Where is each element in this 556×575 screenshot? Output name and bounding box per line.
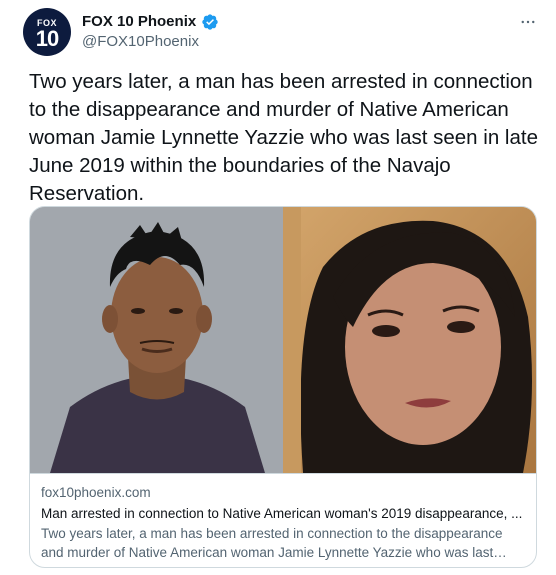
suspect-photo-illustration xyxy=(30,207,283,473)
tweet: FOX 10 FOX 10 Phoenix @FOX10Phoenix Two … xyxy=(0,0,556,575)
author-handle[interactable]: @FOX10Phoenix xyxy=(82,33,199,51)
verified-badge-icon xyxy=(201,13,219,31)
card-media xyxy=(30,207,536,473)
tweet-text: Two years later, a man has been arrested… xyxy=(29,70,538,205)
card-photo-suspect xyxy=(30,207,283,473)
avatar-logo-number: 10 xyxy=(35,25,60,51)
avatar[interactable]: FOX 10 xyxy=(23,8,71,56)
victim-photo-illustration xyxy=(283,207,536,473)
card-domain: fox10phoenix.com xyxy=(41,485,151,500)
card-description: Two years later, a man has been arrested… xyxy=(41,526,503,560)
link-card[interactable]: fox10phoenix.com Man arrested in connect… xyxy=(29,206,537,568)
author-name-row: FOX 10 Phoenix xyxy=(82,13,219,31)
card-title: Man arrested in connection to Native Ame… xyxy=(41,506,523,521)
more-options-icon[interactable] xyxy=(518,12,538,32)
display-name[interactable]: FOX 10 Phoenix xyxy=(82,13,196,31)
card-info: fox10phoenix.com Man arrested in connect… xyxy=(30,474,536,562)
card-photo-victim xyxy=(283,207,536,473)
